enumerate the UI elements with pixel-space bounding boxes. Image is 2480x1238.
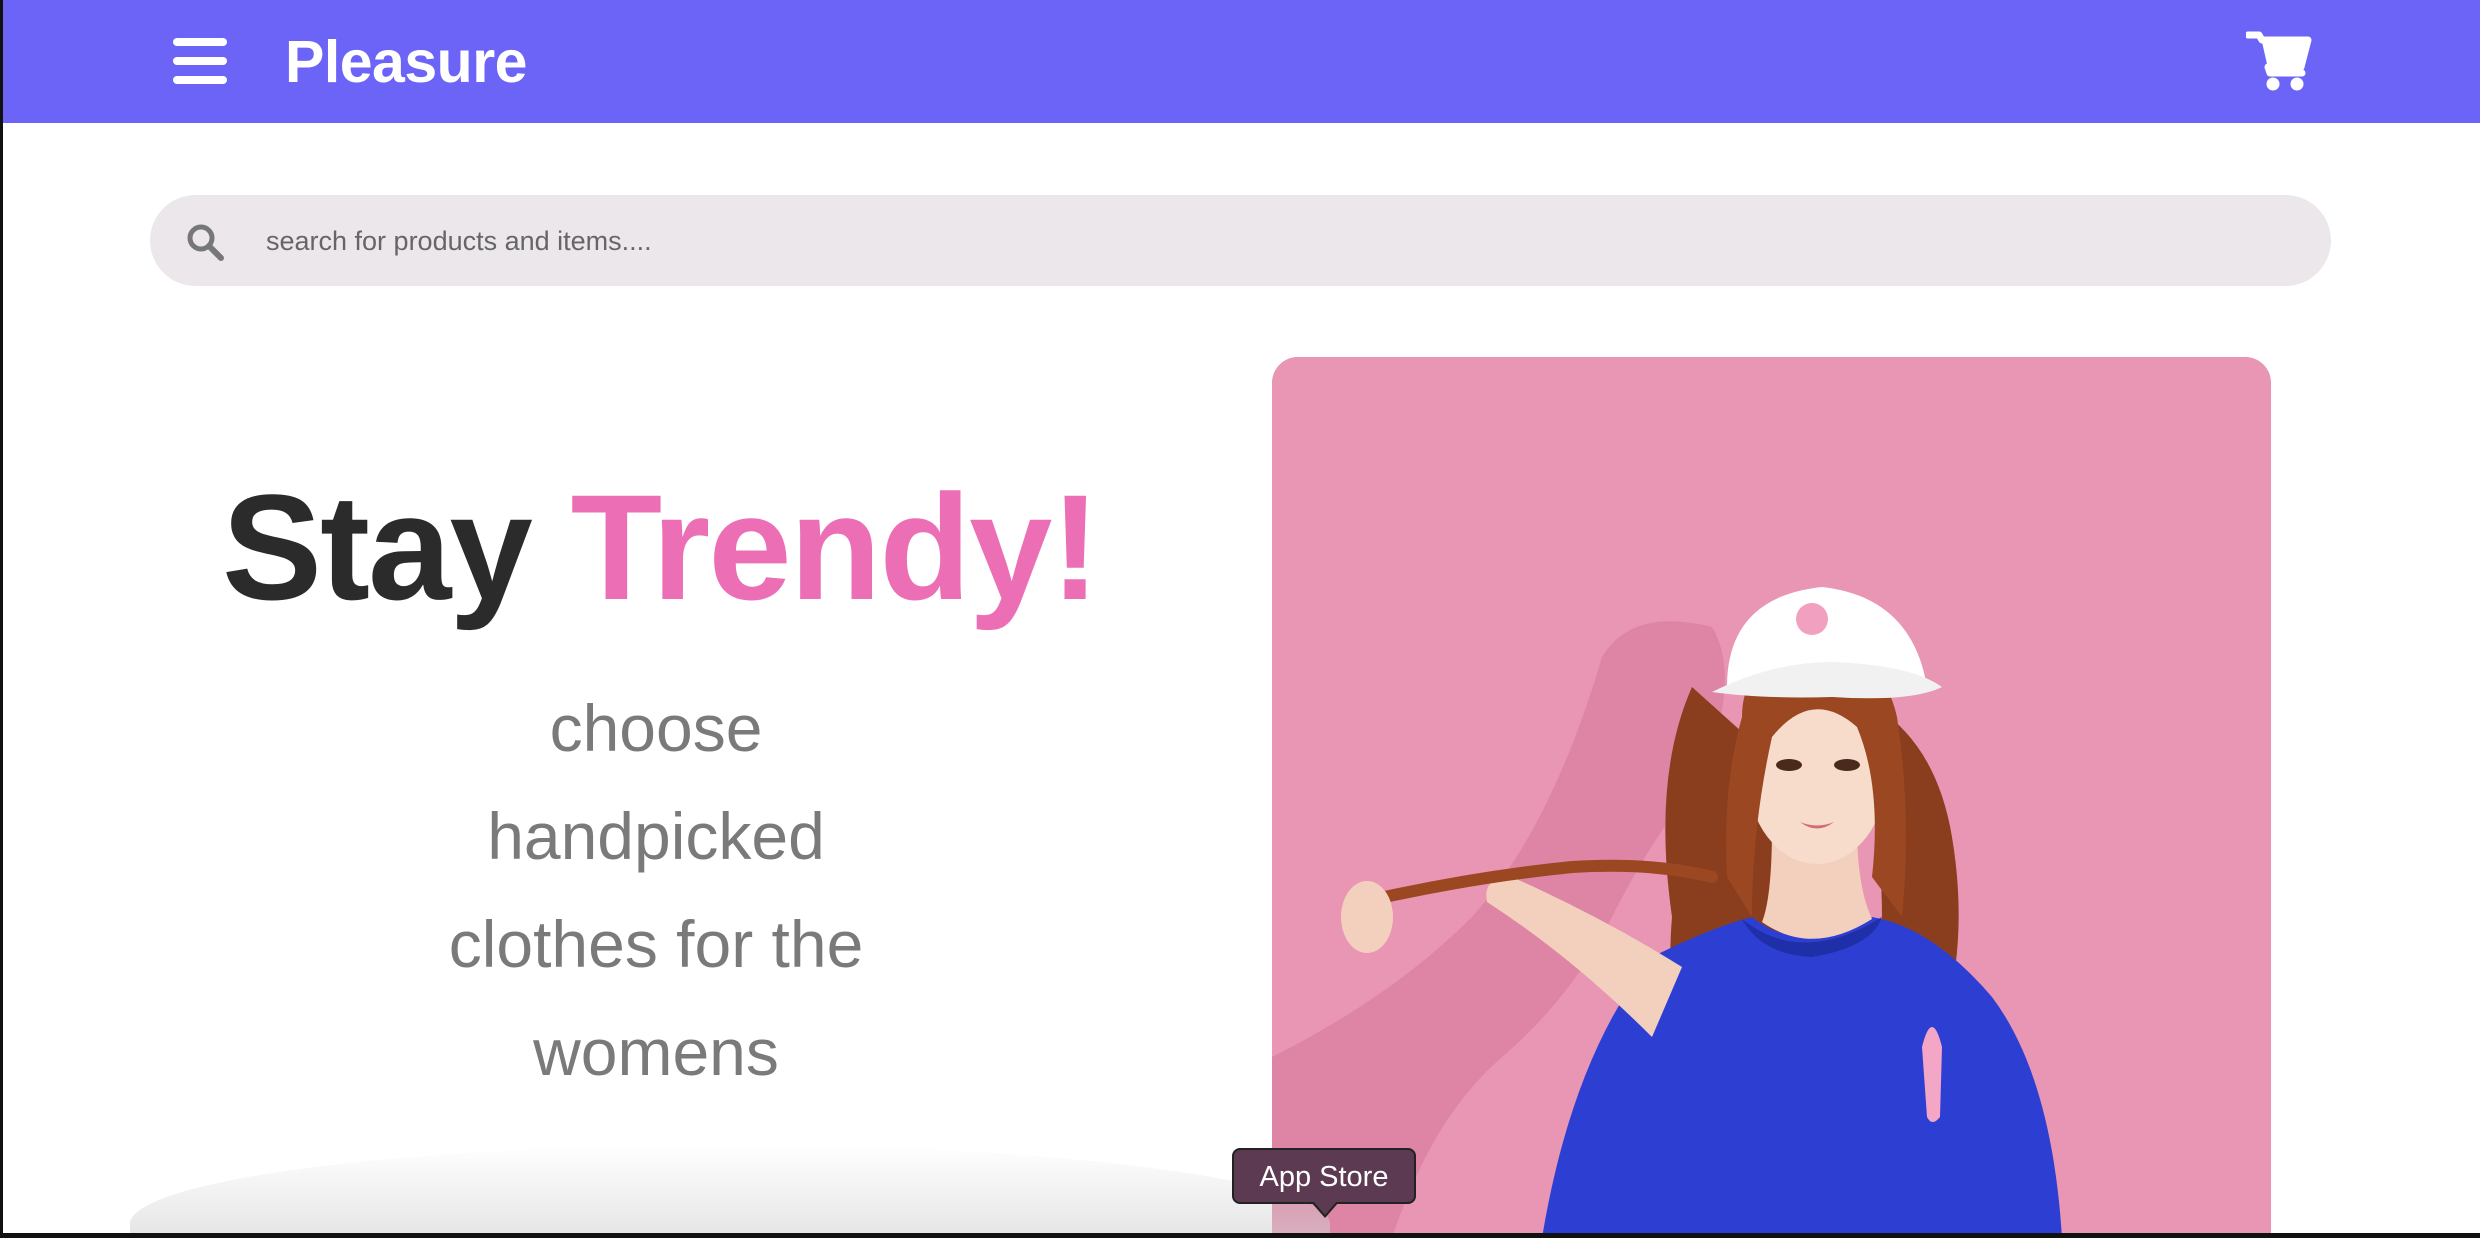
tooltip-arrow-fill [1313,1201,1337,1215]
hero-title-trendy: Trendy! [570,463,1101,631]
hero-title: Stay Trendy! [222,462,1101,632]
hero-subtitle-line: clothes for the [448,907,864,981]
hero-subtitle: choose handpicked clothes for the womens [356,674,956,1106]
hamburger-menu-icon[interactable] [173,36,231,86]
hero-model-image [1272,357,2271,1238]
hero-title-stay: Stay [222,463,533,631]
hero-subtitle-line: choose [549,691,763,765]
search-input[interactable] [264,195,2288,288]
search-icon [185,222,225,262]
window-edge-bottom [0,1233,2480,1238]
top-navigation-bar: Pleasure [3,0,2480,123]
brand-logo-text[interactable]: Pleasure [285,26,528,98]
bottom-shadow [130,1145,1330,1233]
hero-subtitle-line: womens [533,1015,779,1089]
hero-subtitle-line: handpicked [487,799,825,873]
app-store-tooltip: App Store [1232,1148,1416,1204]
search-bar[interactable] [150,195,2331,288]
window-edge-left [0,0,3,1238]
shopping-cart-icon[interactable] [2244,30,2312,92]
